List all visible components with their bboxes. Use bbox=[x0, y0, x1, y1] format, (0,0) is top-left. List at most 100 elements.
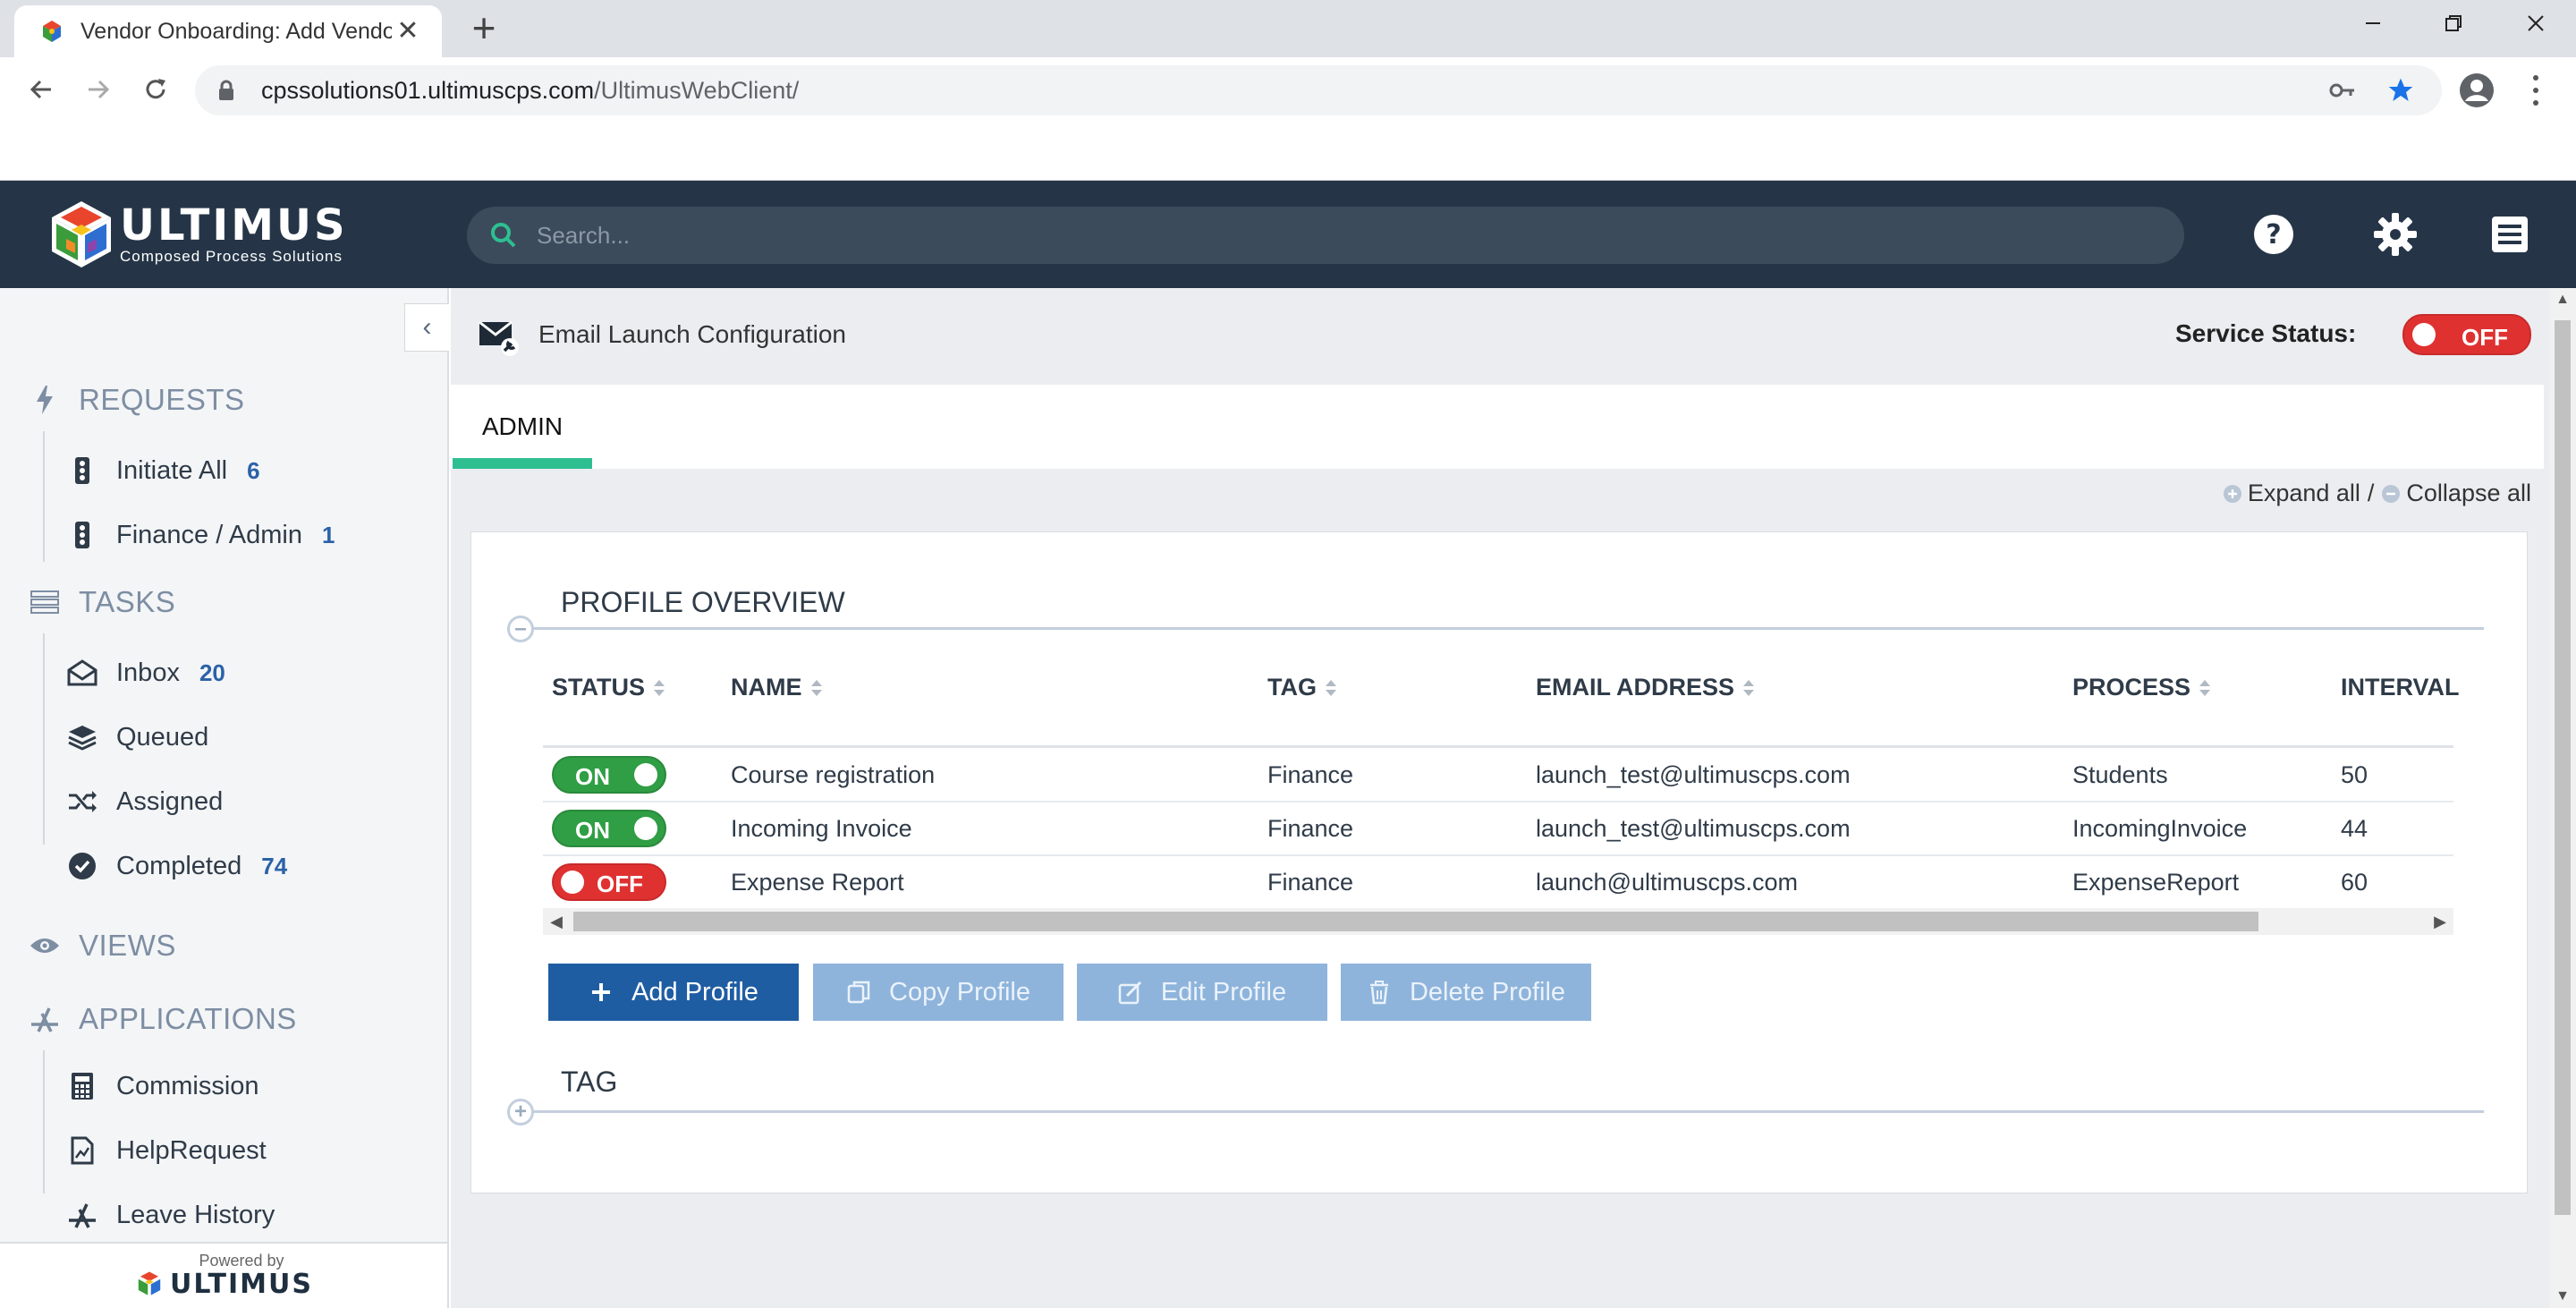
cell-process: Students bbox=[2072, 761, 2168, 788]
browser-toolbar: cpssolutions01.ultimuscps.com/UltimusWeb… bbox=[0, 57, 2576, 123]
traffic-light-icon bbox=[66, 454, 98, 487]
status-toggle[interactable]: ON bbox=[552, 756, 666, 794]
chevron-left-icon: ‹ bbox=[422, 312, 432, 342]
forward-icon[interactable] bbox=[77, 68, 120, 111]
count-badge: 1 bbox=[321, 521, 335, 548]
sidebar-item-label: Completed bbox=[116, 851, 242, 880]
column-header-name[interactable]: NAME bbox=[731, 674, 824, 701]
settings-gear-icon[interactable] bbox=[2372, 211, 2419, 258]
sidebar-section-requests[interactable]: REQUESTS bbox=[27, 383, 245, 417]
document-chart-icon bbox=[66, 1134, 98, 1167]
table-horizontal-scrollbar[interactable]: ◀ ▶ bbox=[543, 908, 2453, 935]
layers-icon bbox=[66, 721, 98, 753]
trash-icon bbox=[1369, 981, 1388, 1005]
restore-window-icon[interactable] bbox=[2413, 0, 2494, 47]
table-row[interactable]: OFF Expense Report Finance launch@ultimu… bbox=[543, 856, 2453, 910]
close-tab-icon[interactable]: ✕ bbox=[392, 15, 424, 47]
expand-section-icon[interactable]: + bbox=[507, 1099, 534, 1125]
sidebar-item-queued[interactable]: Queued bbox=[66, 718, 208, 757]
ultimus-cube-icon bbox=[52, 201, 111, 268]
minimize-window-icon[interactable] bbox=[2333, 0, 2413, 47]
edit-profile-button[interactable]: Edit Profile bbox=[1077, 964, 1327, 1021]
close-window-icon[interactable] bbox=[2496, 0, 2576, 47]
envelope-open-icon bbox=[66, 657, 98, 689]
page-header: Email Launch Configuration Service Statu… bbox=[451, 288, 2549, 385]
key-icon[interactable] bbox=[2329, 81, 2356, 99]
hamburger-menu-icon[interactable] bbox=[2487, 211, 2533, 258]
profile-icon[interactable] bbox=[2458, 72, 2496, 109]
search-bar[interactable] bbox=[467, 207, 2184, 264]
browser-tabstrip: Vendor Onboarding: Add Vendor ✕ + bbox=[0, 0, 2576, 57]
scroll-right-icon[interactable]: ▶ bbox=[2427, 908, 2453, 935]
table-row[interactable]: ON Incoming Invoice Finance launch_test@… bbox=[543, 803, 2453, 856]
status-toggle[interactable]: ON bbox=[552, 810, 666, 847]
column-header-interval[interactable]: INTERVAL bbox=[2341, 674, 2460, 701]
sidebar-item-commission[interactable]: Commission bbox=[66, 1066, 259, 1106]
table-row[interactable]: ON Course registration Finance launch_te… bbox=[543, 749, 2453, 803]
sidebar-item-completed[interactable]: Completed 74 bbox=[66, 846, 287, 886]
sidebar-item-leave-history[interactable]: Leave History bbox=[66, 1195, 275, 1235]
powered-brand-name: ULTIMUS bbox=[170, 1268, 313, 1300]
browser-tab[interactable]: Vendor Onboarding: Add Vendor ✕ bbox=[14, 5, 442, 57]
expand-collapse-controls: Expand all / Collapse all bbox=[2223, 480, 2531, 507]
copy-profile-button[interactable]: Copy Profile bbox=[813, 964, 1063, 1021]
page-title: Email Launch Configuration bbox=[538, 320, 846, 348]
bookmark-star-icon[interactable] bbox=[2386, 76, 2415, 105]
status-toggle[interactable]: OFF bbox=[552, 863, 666, 901]
sidebar-section-views[interactable]: VIEWS bbox=[27, 929, 176, 963]
toggle-text: ON bbox=[575, 763, 610, 790]
collapse-sidebar-button[interactable]: ‹ bbox=[404, 303, 449, 352]
column-label: TAG bbox=[1267, 674, 1317, 701]
sidebar-item-label: Leave History bbox=[116, 1200, 275, 1229]
service-status-toggle[interactable]: OFF bbox=[2402, 314, 2531, 355]
expand-all-link[interactable]: Expand all bbox=[2248, 480, 2360, 507]
collapse-section-icon[interactable]: – bbox=[507, 616, 534, 642]
powered-by-footer: Powered by ULTIMUS bbox=[0, 1242, 447, 1308]
tab-label: ADMIN bbox=[481, 412, 564, 440]
scrollbar-thumb[interactable] bbox=[573, 912, 2258, 931]
column-header-process[interactable]: PROCESS bbox=[2072, 674, 2212, 701]
back-icon[interactable] bbox=[20, 68, 63, 111]
new-tab-icon[interactable]: + bbox=[463, 7, 504, 48]
cell-process: ExpenseReport bbox=[2072, 869, 2240, 896]
ultimus-logo[interactable]: ULTIMUS Composed Process Solutions bbox=[48, 199, 379, 270]
help-icon[interactable]: ? bbox=[2250, 211, 2297, 258]
sidebar-item-finance-admin[interactable]: Finance / Admin 1 bbox=[66, 515, 335, 555]
service-status-label: Service Status: bbox=[2175, 319, 2357, 347]
copy-icon bbox=[847, 981, 870, 1004]
scroll-up-icon[interactable]: ▲ bbox=[2549, 288, 2576, 311]
sidebar-item-label: Finance / Admin bbox=[116, 520, 302, 549]
scroll-down-icon[interactable]: ▼ bbox=[2549, 1285, 2576, 1308]
traffic-light-icon bbox=[66, 519, 98, 551]
scroll-left-icon[interactable]: ◀ bbox=[543, 908, 570, 935]
sidebar-section-applications[interactable]: APPLICATIONS bbox=[27, 1002, 297, 1036]
page-vertical-scrollbar[interactable]: ▲ ▼ bbox=[2549, 288, 2576, 1308]
sidebar-section-tasks[interactable]: TASKS bbox=[27, 585, 175, 619]
tab-admin[interactable]: ADMIN bbox=[453, 385, 592, 469]
column-header-tag[interactable]: TAG bbox=[1267, 674, 1338, 701]
column-header-status[interactable]: STATUS bbox=[552, 674, 666, 701]
cell-interval: 44 bbox=[2341, 815, 2368, 842]
collapse-all-link[interactable]: Collapse all bbox=[2406, 480, 2531, 507]
section-label: TASKS bbox=[79, 585, 176, 618]
edit-icon bbox=[1118, 981, 1141, 1005]
toggle-knob bbox=[2412, 323, 2436, 346]
scrollbar-thumb[interactable] bbox=[2555, 320, 2571, 1215]
sidebar-item-helprequest[interactable]: HelpRequest bbox=[66, 1131, 267, 1170]
delete-profile-button[interactable]: Delete Profile bbox=[1341, 964, 1591, 1021]
section-label: VIEWS bbox=[79, 929, 176, 962]
add-profile-button[interactable]: Add Profile bbox=[548, 964, 799, 1021]
column-header-email[interactable]: EMAIL ADDRESS bbox=[1536, 674, 1756, 701]
sidebar-item-assigned[interactable]: Assigned bbox=[66, 782, 223, 821]
sidebar-item-label: Assigned bbox=[116, 786, 224, 816]
browser-menu-icon[interactable] bbox=[2522, 72, 2549, 109]
browser-tab-title: Vendor Onboarding: Add Vendor bbox=[80, 18, 392, 44]
address-bar[interactable]: cpssolutions01.ultimuscps.com/UltimusWeb… bbox=[195, 65, 2442, 115]
section-divider bbox=[43, 633, 45, 845]
sidebar-item-inbox[interactable]: Inbox 20 bbox=[66, 653, 225, 692]
reload-icon[interactable] bbox=[134, 68, 177, 111]
main-content: Email Launch Configuration Service Statu… bbox=[451, 288, 2549, 1308]
search-input[interactable] bbox=[537, 221, 2147, 250]
shuffle-icon bbox=[66, 786, 98, 818]
sidebar-item-initiate-all[interactable]: Initiate All 6 bbox=[66, 451, 260, 490]
